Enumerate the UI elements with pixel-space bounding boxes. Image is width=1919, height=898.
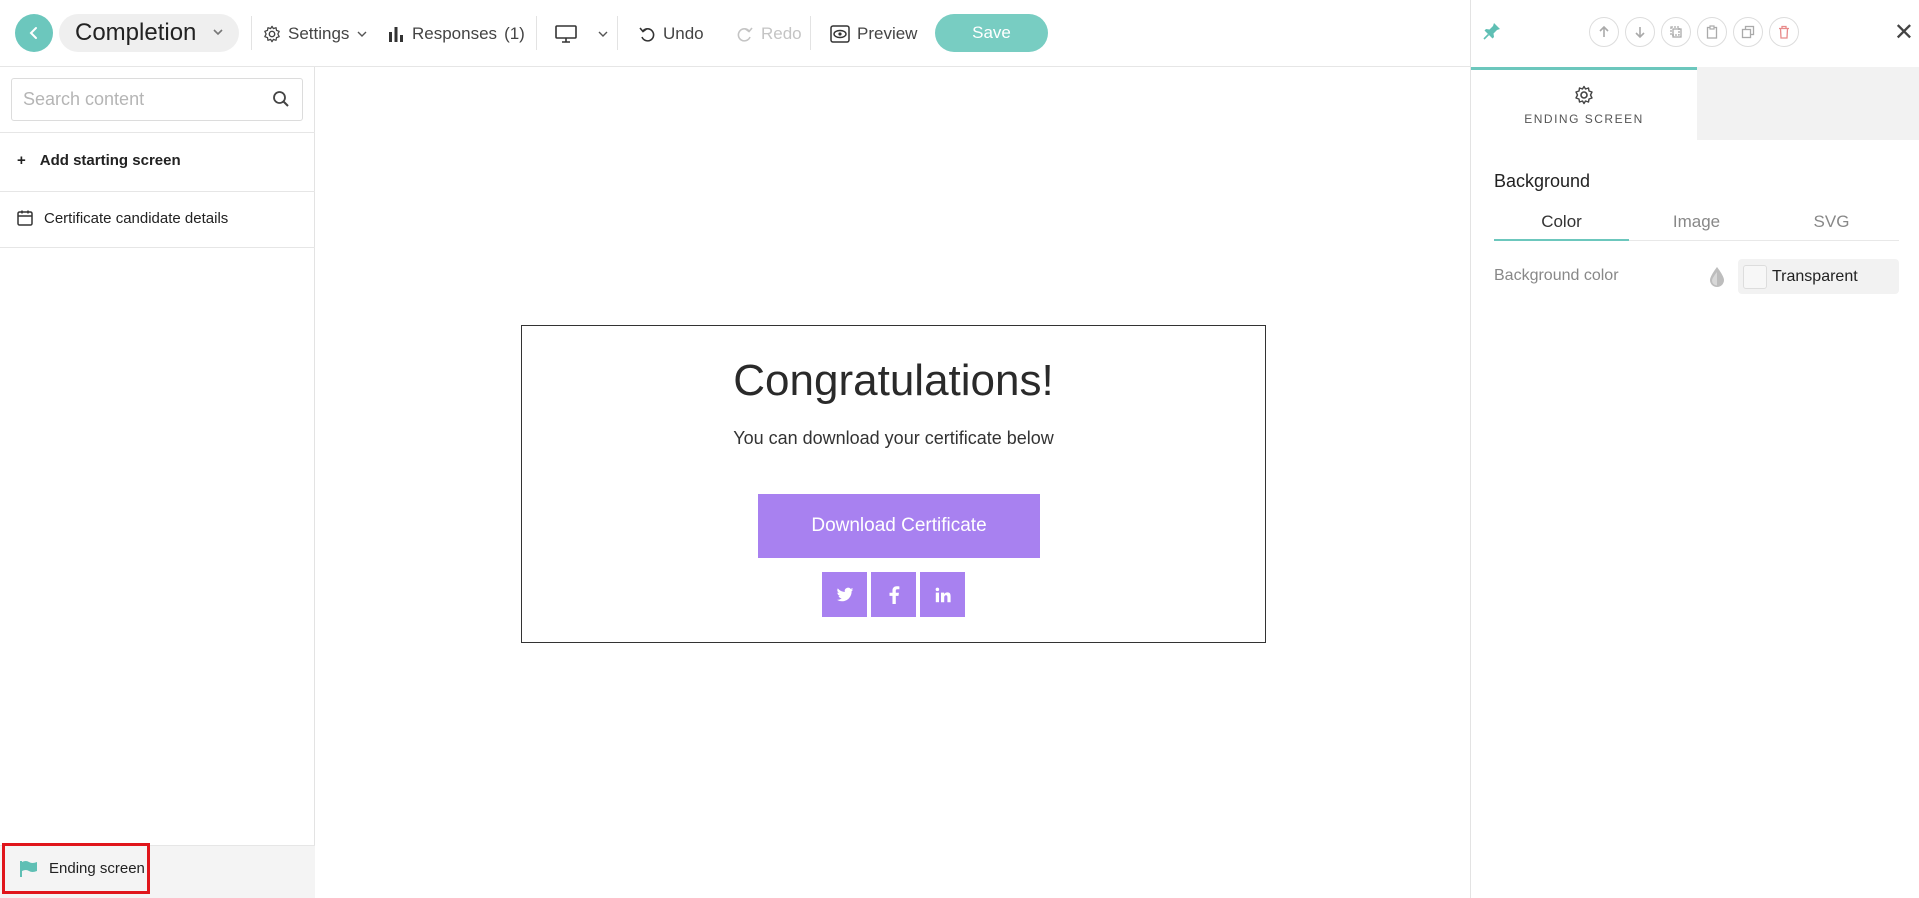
sidebar-divider (0, 247, 315, 248)
undo-button[interactable]: Undo (638, 20, 704, 48)
facebook-icon (889, 585, 899, 604)
preview-eye-icon (830, 25, 850, 43)
form-title: Completion (75, 19, 197, 46)
sidebar-divider (0, 132, 315, 133)
form-title-dropdown[interactable]: Completion (59, 14, 239, 52)
chevron-down-icon (357, 31, 367, 37)
move-down-button[interactable] (1625, 17, 1655, 47)
app-root: Completion Settings Responses (1) Undo R… (0, 0, 1919, 898)
ending-subtext: You can download your certificate below (733, 428, 1054, 448)
chevron-left-icon (29, 27, 37, 39)
flag-icon (20, 860, 37, 877)
gear-icon (264, 25, 280, 43)
preview-button[interactable]: Preview (830, 20, 917, 48)
calendar-icon (17, 210, 33, 226)
tab-ending-screen-label: ENDING SCREEN (1524, 111, 1644, 126)
add-starting-screen-button[interactable]: + Add starting screen (17, 152, 181, 169)
pin-icon[interactable] (1483, 22, 1501, 40)
twitter-icon (836, 587, 853, 601)
twitter-share-button[interactable] (822, 572, 867, 617)
redo-icon (737, 27, 753, 42)
background-color-value: Transparent (1772, 267, 1858, 285)
arrow-up-icon (1599, 25, 1609, 37)
tab-empty-area (1697, 67, 1919, 140)
gear-icon (1575, 85, 1593, 104)
undo-label: Undo (663, 24, 704, 43)
settings-menu[interactable]: Settings (263, 20, 368, 48)
back-button[interactable] (15, 14, 53, 52)
trash-icon (1779, 25, 1789, 39)
properties-panel: ✕ ENDING SCREEN Background Color Image S… (1470, 0, 1919, 898)
responses-count: (1) (504, 24, 525, 43)
responses-link[interactable]: Responses (1) (387, 20, 525, 48)
background-section-title: Background (1494, 171, 1591, 191)
search-icon[interactable] (272, 90, 290, 108)
background-color-picker[interactable]: Transparent (1738, 259, 1899, 294)
sidebar-item-certificate-details[interactable]: Certificate candidate details (16, 209, 228, 227)
tab-color[interactable]: Color (1494, 212, 1629, 232)
preview-label: Preview (857, 24, 918, 43)
undo-icon (639, 27, 655, 42)
toolbar-divider (536, 16, 537, 50)
toolbar-divider (617, 16, 618, 50)
duplicate-icon (1741, 25, 1755, 39)
arrow-down-icon (1635, 27, 1645, 39)
close-panel-icon[interactable]: ✕ (1894, 18, 1914, 47)
linkedin-share-button[interactable] (920, 572, 965, 617)
linkedin-icon (935, 587, 951, 602)
ending-screen-card[interactable]: Congratulations! You can download your c… (521, 325, 1266, 643)
toolbar-divider (810, 16, 811, 50)
chevron-down-icon (598, 31, 608, 37)
ending-screen-label: Ending screen (49, 860, 145, 877)
device-selector[interactable] (554, 20, 609, 48)
tab-image[interactable]: Image (1629, 212, 1764, 232)
content-sidebar: + Add starting screen Certificate candid… (0, 67, 315, 898)
copy-icon (1670, 26, 1682, 38)
color-swatch (1743, 264, 1767, 289)
delete-button[interactable] (1769, 17, 1799, 47)
clipboard-icon (1706, 25, 1718, 39)
top-toolbar: Completion Settings Responses (1) Undo R… (0, 0, 1470, 67)
settings-label: Settings (288, 24, 350, 43)
redo-label: Redo (761, 24, 802, 43)
bar-chart-icon (389, 27, 403, 42)
chevron-down-icon (213, 29, 223, 36)
tab-ending-screen[interactable]: ENDING SCREEN (1471, 67, 1697, 140)
sidebar-item-ending-screen[interactable]: Ending screen (2, 843, 150, 894)
paste-button[interactable] (1697, 17, 1727, 47)
download-certificate-button[interactable]: Download Certificate (758, 494, 1040, 558)
search-box (11, 78, 303, 121)
search-input[interactable] (23, 80, 263, 119)
plus-icon: + (17, 152, 26, 169)
redo-button[interactable]: Redo (736, 20, 802, 48)
sidebar-item-label: Certificate candidate details (44, 209, 229, 227)
color-drop-icon[interactable] (1709, 266, 1725, 288)
ending-heading: Congratulations! (733, 356, 1054, 405)
facebook-share-button[interactable] (871, 572, 916, 617)
duplicate-button[interactable] (1733, 17, 1763, 47)
sidebar-divider (0, 191, 315, 192)
toolbar-divider (251, 16, 252, 50)
responses-label: Responses (412, 24, 498, 43)
move-up-button[interactable] (1589, 17, 1619, 47)
tab-svg[interactable]: SVG (1764, 212, 1899, 232)
panel-header: ✕ (1471, 0, 1919, 67)
background-color-label: Background color (1494, 267, 1619, 284)
editor-canvas: Congratulations! You can download your c… (315, 67, 1470, 898)
active-tab-indicator (1494, 239, 1629, 241)
save-button[interactable]: Save (935, 14, 1048, 52)
desktop-icon (555, 25, 577, 43)
copy-button[interactable] (1661, 17, 1691, 47)
add-starting-screen-label: Add starting screen (39, 152, 181, 169)
